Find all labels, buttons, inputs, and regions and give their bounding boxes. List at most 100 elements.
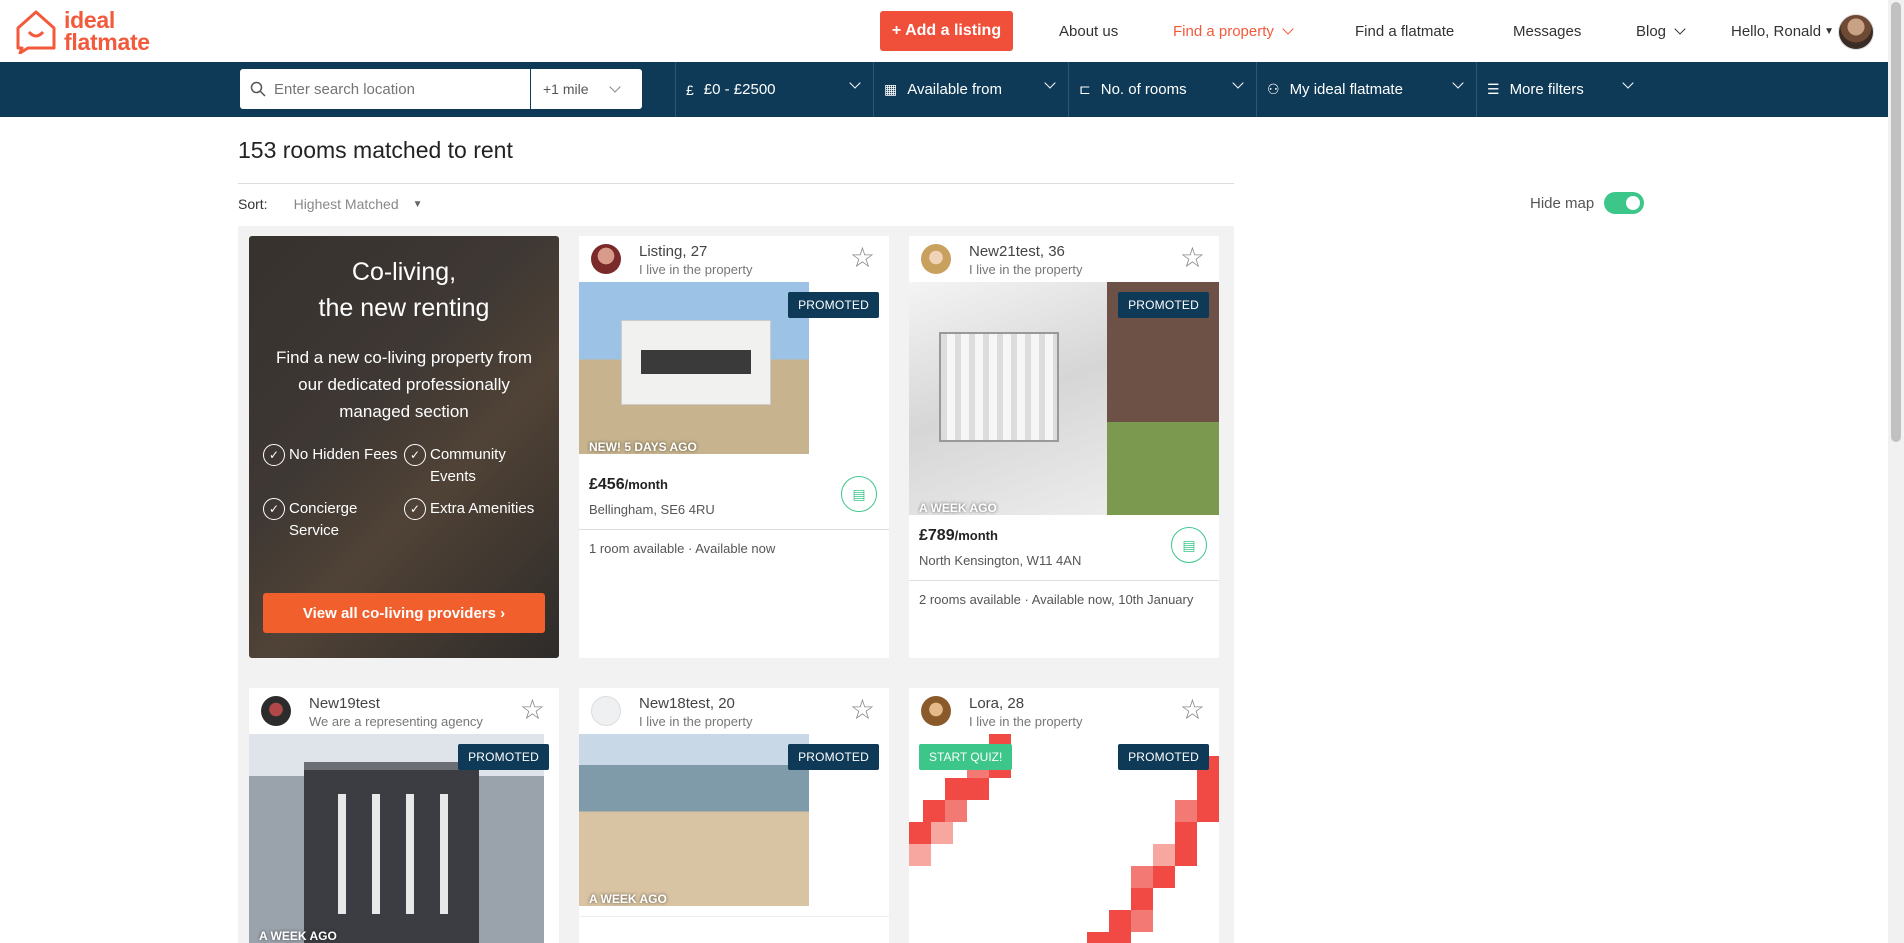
listing-photo[interactable]: PROMOTED NEW! 5 DAYS AGO <box>579 282 889 454</box>
price-filter[interactable]: £ £0 - £2500 <box>675 62 873 117</box>
nav-messages[interactable]: Messages <box>1513 0 1581 62</box>
listing-age: A WEEK AGO <box>589 892 667 906</box>
lister-name: New21test, 36 <box>969 243 1065 260</box>
sort-select[interactable]: Highest Matched ▼ <box>294 196 423 212</box>
sort-control: Sort: Highest Matched ▼ <box>238 196 423 212</box>
promo-feature-label: Concierge Service <box>289 500 358 539</box>
listing-photo[interactable]: PROMOTED A WEEK AGO <box>579 734 889 906</box>
star-icon[interactable]: ☆ <box>520 696 545 724</box>
logo-line2: flatmate <box>64 29 150 55</box>
promo-feature-label: No Hidden Fees <box>289 446 398 463</box>
listing-price-block: £456/month Bellingham, SE6 4RU ▤ <box>579 464 889 530</box>
listing-price: £789/month <box>919 527 998 545</box>
lister-avatar <box>261 696 291 726</box>
logo-text: ideal flatmate <box>64 7 150 55</box>
promoted-badge: PROMOTED <box>788 292 879 318</box>
nav-blog-label: Blog <box>1636 22 1667 40</box>
people-icon: ⚇ <box>1267 81 1280 97</box>
flatmate-filter-label: My ideal flatmate <box>1289 81 1403 98</box>
start-quiz-button[interactable]: START QUIZ! <box>919 744 1013 770</box>
sketch-room <box>939 332 1059 442</box>
listing-card[interactable]: New18test, 20 I live in the property ☆ P… <box>579 688 889 943</box>
promo-text: Find a new co-living property from our d… <box>275 348 533 421</box>
sliders-icon: ☰ <box>1487 81 1500 97</box>
sort-label: Sort: <box>238 196 268 212</box>
listing-price-block <box>579 916 889 943</box>
chevron-down-icon <box>1452 77 1464 89</box>
caret-down-icon: ▼ <box>412 198 423 210</box>
listing-header: Listing, 27 I live in the property ☆ <box>579 236 889 282</box>
listing-header: New21test, 36 I live in the property ☆ <box>909 236 1219 282</box>
message-icon[interactable]: ▤ <box>841 476 877 512</box>
windows-shape <box>324 794 459 914</box>
promoted-badge: PROMOTED <box>458 744 549 770</box>
lister-type: I live in the property <box>969 262 1083 277</box>
listing-card[interactable]: New21test, 36 I live in the property ☆ P… <box>909 236 1219 658</box>
user-avatar[interactable] <box>1838 14 1874 50</box>
pound-icon: £ <box>686 81 694 98</box>
promo-feature: ✓ Extra Amenities <box>404 498 554 520</box>
lister-type: I live in the property <box>639 714 753 729</box>
listing-price: £456/month <box>589 476 668 494</box>
scrollbar-thumb[interactable] <box>1891 2 1901 442</box>
caret-down-icon: ▼ <box>1824 25 1834 37</box>
default-avatar-icon <box>591 696 621 726</box>
ideal-flatmate-filter[interactable]: ⚇ My ideal flatmate <box>1256 62 1476 117</box>
promo-feature: ✓ No Hidden Fees <box>263 444 403 466</box>
nav-blog[interactable]: Blog <box>1636 0 1686 62</box>
nav-about-us[interactable]: About us <box>1059 0 1118 62</box>
nav-find-property[interactable]: Find a property <box>1173 0 1294 62</box>
listing-card[interactable]: Listing, 27 I live in the property ☆ PRO… <box>579 236 889 658</box>
listing-card[interactable]: New19test We are a representing agency ☆… <box>249 688 559 943</box>
bed-icon: ⊏ <box>1079 81 1091 97</box>
price-period: /month <box>954 528 998 543</box>
add-listing-button[interactable]: + Add a listing <box>880 11 1013 51</box>
promoted-badge: PROMOTED <box>788 744 879 770</box>
filter-bar: +1 mile £ £0 - £2500 ▦ Available from ⊏ … <box>0 62 1888 117</box>
star-icon[interactable]: ☆ <box>1180 696 1205 724</box>
calendar-icon: ▦ <box>884 81 898 97</box>
rooms-filter-label: No. of rooms <box>1100 81 1187 98</box>
listing-age: A WEEK AGO <box>259 929 337 943</box>
view-co-living-button[interactable]: View all co-living providers › <box>263 593 545 633</box>
promo-title-line2: the new renting <box>318 294 490 322</box>
listing-card[interactable]: Lora, 28 I live in the property ☆ START … <box>909 688 1219 943</box>
star-icon[interactable]: ☆ <box>850 244 875 272</box>
lister-name: New19test <box>309 695 380 712</box>
star-icon[interactable]: ☆ <box>1180 244 1205 272</box>
page-scrollbar[interactable] <box>1888 0 1904 943</box>
location-search[interactable] <box>240 69 530 109</box>
chevron-down-icon <box>1674 23 1686 35</box>
logo-line1: ideal <box>64 7 115 33</box>
available-from-filter[interactable]: ▦ Available from <box>873 62 1068 117</box>
star-icon[interactable]: ☆ <box>850 696 875 724</box>
promo-title: Co-living, the new renting <box>249 254 559 326</box>
listing-photo[interactable]: PROMOTED A WEEK AGO <box>909 282 1219 515</box>
user-menu[interactable]: Hello, Ronald ▼ <box>1731 0 1834 62</box>
rooms-filter[interactable]: ⊏ No. of rooms <box>1068 62 1256 117</box>
listing-photo[interactable]: START QUIZ! PROMOTED <box>909 734 1219 943</box>
more-filters[interactable]: ☰ More filters <box>1476 62 1646 117</box>
radius-select[interactable]: +1 mile <box>531 69 642 109</box>
hide-map-control: Hide map <box>1530 192 1645 214</box>
promo-feature: ✓ Community Events <box>404 444 544 488</box>
lister-name: Lora, 28 <box>969 695 1025 712</box>
radius-value: +1 mile <box>543 81 589 97</box>
nav-find-property-label: Find a property <box>1173 22 1274 40</box>
listing-age: A WEEK AGO <box>919 501 997 515</box>
message-icon[interactable]: ▤ <box>1171 527 1207 563</box>
hide-map-toggle[interactable] <box>1604 192 1645 214</box>
listing-address: Bellingham, SE6 4RU <box>589 502 715 517</box>
promo-feature-label: Extra Amenities <box>430 500 535 517</box>
lister-avatar <box>591 244 621 274</box>
house-logo-icon <box>16 10 56 54</box>
lister-type: I live in the property <box>639 262 753 277</box>
site-logo[interactable]: ideal flatmate <box>14 8 150 54</box>
search-location-input[interactable] <box>274 80 514 98</box>
nav-find-flatmate[interactable]: Find a flatmate <box>1355 0 1454 62</box>
listing-photo[interactable]: PROMOTED A WEEK AGO <box>249 734 559 943</box>
results-title: 153 rooms matched to rent <box>238 137 513 163</box>
more-filters-label: More filters <box>1509 81 1584 98</box>
user-greeting: Hello, Ronald <box>1731 22 1822 40</box>
listing-availability: 2 rooms available · Available now, 10th … <box>919 592 1194 607</box>
